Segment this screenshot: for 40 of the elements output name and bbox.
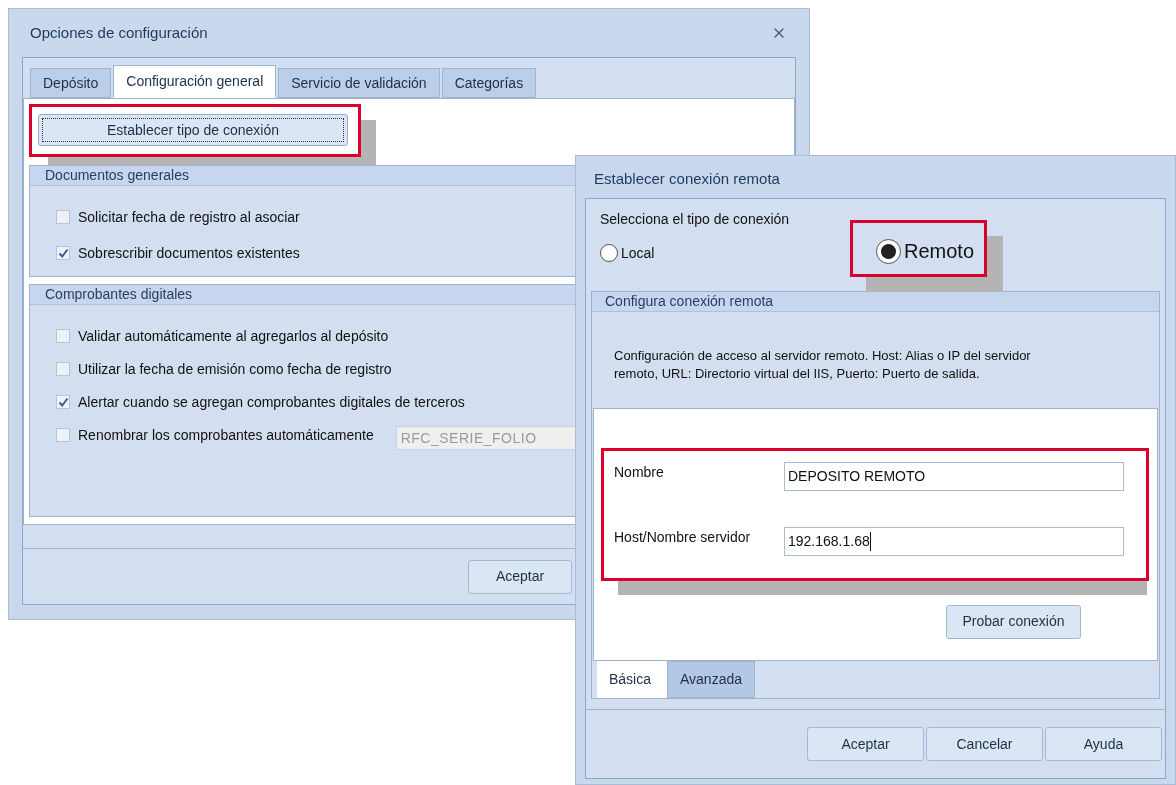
tab[interactable]: Configuración general [113,65,277,98]
radio-option[interactable]: Local [600,242,655,264]
checkbox-label: Sobrescribir documentos existentes [78,243,300,263]
test-connection-button[interactable]: Probar conexión [946,604,1081,639]
radio-option[interactable]: Remoto [876,236,975,266]
tab[interactable]: Categorías [441,68,537,98]
tab[interactable]: Servicio de validación [278,68,440,98]
group-title: Configura conexión remota [605,292,774,311]
checkbox-label: Alertar cuando se agregan comprobantes digitales de terceros [78,392,465,412]
checkbox-label: Validar automáticamente al agregarlos al depósito [78,326,389,346]
dialog-button[interactable]: Ayuda [1045,727,1162,761]
text-field[interactable]: DEPOSITO REMOTO [784,461,1124,491]
window-title: Establecer conexión remota [594,168,780,189]
accept-button[interactable]: Aceptar [468,559,572,594]
window-title: Opciones de configuración [30,22,208,43]
radio-icon [600,244,618,262]
field-label: Host/Nombre servidor [614,527,752,547]
checkbox[interactable] [56,395,70,409]
dialog-button[interactable]: Cancelar [926,727,1043,761]
tab[interactable]: Básica [597,661,667,698]
radio-label: Local [621,243,655,263]
checkbox[interactable] [56,329,70,343]
description-text: Configuración de acceso al servidor remoto. Host: Alias o IP del servidor remoto, URL: Directorio virtual del IIS, Puerto: Puerto de salida. [613,347,1032,383]
checkbox-label: Utilizar la fecha de emisión como fecha de registro [78,359,392,379]
checkbox[interactable] [56,210,70,224]
checkbox-label: Renombrar los comprobantes automáticamente [78,425,374,445]
section-label: Selecciona el tipo de conexión [600,210,791,229]
checkbox[interactable] [56,246,70,260]
connection-type-button[interactable]: Establecer tipo de conexión [38,114,348,146]
group-title: Comprobantes digitales [45,285,193,304]
checkbox[interactable] [56,428,70,442]
checkbox[interactable] [56,362,70,376]
field-label: Nombre [614,462,665,482]
group-title: Documentos generales [45,166,189,185]
tab[interactable]: Depósito [30,68,112,98]
radio-label: Remoto [904,239,975,264]
tab[interactable]: Avanzada [667,661,755,698]
text-field[interactable]: 192.168.1.68 [784,526,1124,556]
checkbox-label: Solicitar fecha de registro al asociar [78,207,300,227]
dialog-button[interactable]: Aceptar [807,727,924,761]
